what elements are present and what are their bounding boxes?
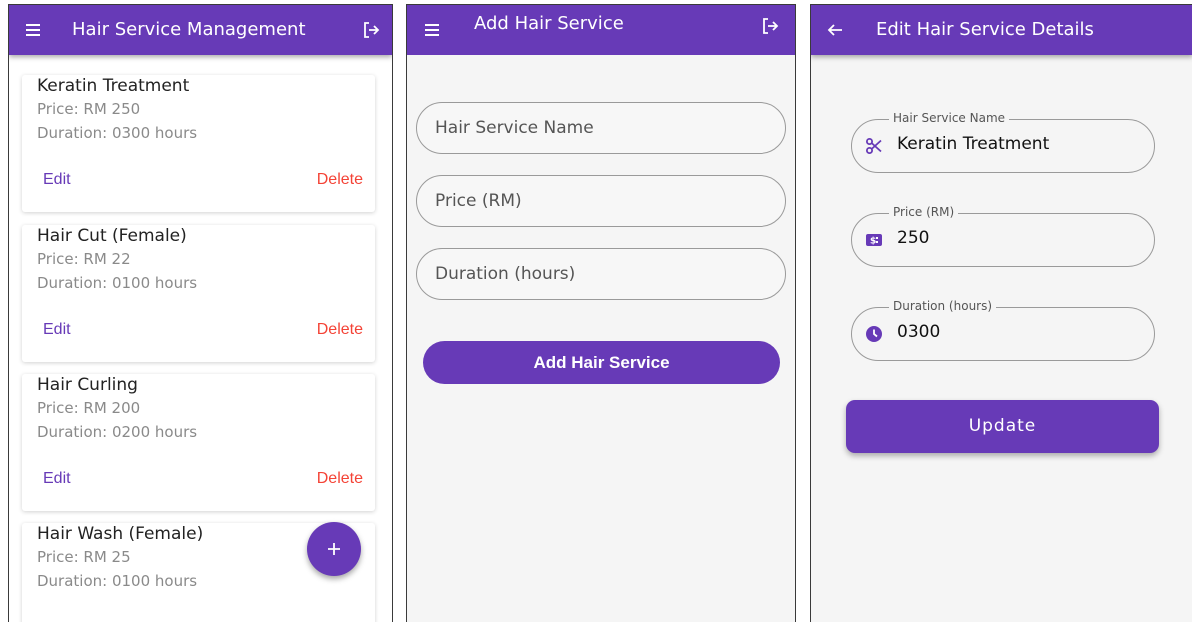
- service-price: Price: RM 25: [37, 548, 131, 566]
- service-price: Price: RM 22: [37, 250, 131, 268]
- logout-icon[interactable]: [760, 16, 780, 36]
- price-placeholder: Price (RM): [435, 191, 522, 211]
- duration-field[interactable]: Duration (hours) 0300: [851, 299, 1155, 361]
- page-title: Hair Service Management: [72, 19, 306, 40]
- delete-button[interactable]: Delete: [317, 171, 363, 189]
- service-card: Keratin Treatment Price: RM 250 Duration…: [22, 75, 375, 212]
- service-price: Price: RM 200: [37, 399, 141, 417]
- service-card: Hair Curling Price: RM 200 Duration: 020…: [22, 374, 375, 511]
- scissors-icon: [865, 137, 883, 155]
- logout-icon[interactable]: [361, 20, 381, 40]
- edit-button[interactable]: Edit: [43, 321, 71, 339]
- money-icon: $: [865, 231, 883, 249]
- app-bar: Add Hair Service: [407, 5, 795, 55]
- arrow-back-icon[interactable]: [825, 20, 845, 40]
- price-label: Price (RM): [889, 205, 959, 219]
- service-name-placeholder: Hair Service Name: [435, 118, 594, 138]
- menu-icon[interactable]: [23, 20, 43, 40]
- plus-icon: [328, 543, 340, 555]
- duration-placeholder: Duration (hours): [435, 264, 576, 284]
- service-name-input[interactable]: Hair Service Name: [416, 102, 786, 154]
- service-duration: Duration: 0100 hours: [37, 572, 198, 590]
- service-duration: Duration: 0200 hours: [37, 423, 198, 441]
- duration-value: 0300: [897, 322, 941, 342]
- service-name: Hair Curling: [37, 375, 138, 395]
- service-name-label: Hair Service Name: [889, 111, 1010, 125]
- service-duration: Duration: 0100 hours: [37, 274, 198, 292]
- price-field[interactable]: Price (RM) $ 250: [851, 205, 1155, 267]
- clock-icon: [865, 325, 883, 343]
- price-input[interactable]: Price (RM): [416, 175, 786, 227]
- delete-button[interactable]: Delete: [317, 321, 363, 339]
- edit-service-screen: Edit Hair Service Details Hair Service N…: [810, 4, 1192, 622]
- service-name: Hair Wash (Female): [37, 524, 204, 544]
- add-service-button[interactable]: Add Hair Service: [423, 341, 780, 384]
- add-service-fab[interactable]: [307, 522, 361, 576]
- service-name-value: Keratin Treatment: [897, 134, 1050, 154]
- duration-label: Duration (hours): [889, 299, 997, 313]
- edit-button[interactable]: Edit: [43, 171, 71, 189]
- service-duration: Duration: 0300 hours: [37, 124, 198, 142]
- service-list-screen: Keratin Treatment Price: RM 250 Duration…: [8, 4, 393, 622]
- service-name-field[interactable]: Hair Service Name Keratin Treatment: [851, 111, 1155, 173]
- svg-text:$: $: [870, 237, 876, 247]
- service-price: Price: RM 250: [37, 100, 141, 118]
- service-card: Hair Cut (Female) Price: RM 22 Duration:…: [22, 225, 375, 362]
- price-value: 250: [897, 228, 930, 248]
- app-bar: Hair Service Management: [9, 5, 392, 55]
- update-button[interactable]: Update: [846, 400, 1159, 453]
- service-name: Keratin Treatment: [37, 76, 190, 96]
- app-bar: Edit Hair Service Details: [811, 5, 1192, 55]
- edit-button[interactable]: Edit: [43, 470, 71, 488]
- add-service-screen: Add Hair Service Hair Service Name Price…: [406, 4, 796, 622]
- duration-input[interactable]: Duration (hours): [416, 248, 786, 300]
- menu-icon[interactable]: [422, 20, 442, 40]
- service-name: Hair Cut (Female): [37, 226, 187, 246]
- page-title: Add Hair Service: [474, 13, 624, 34]
- delete-button[interactable]: Delete: [317, 470, 363, 488]
- page-title: Edit Hair Service Details: [876, 19, 1094, 40]
